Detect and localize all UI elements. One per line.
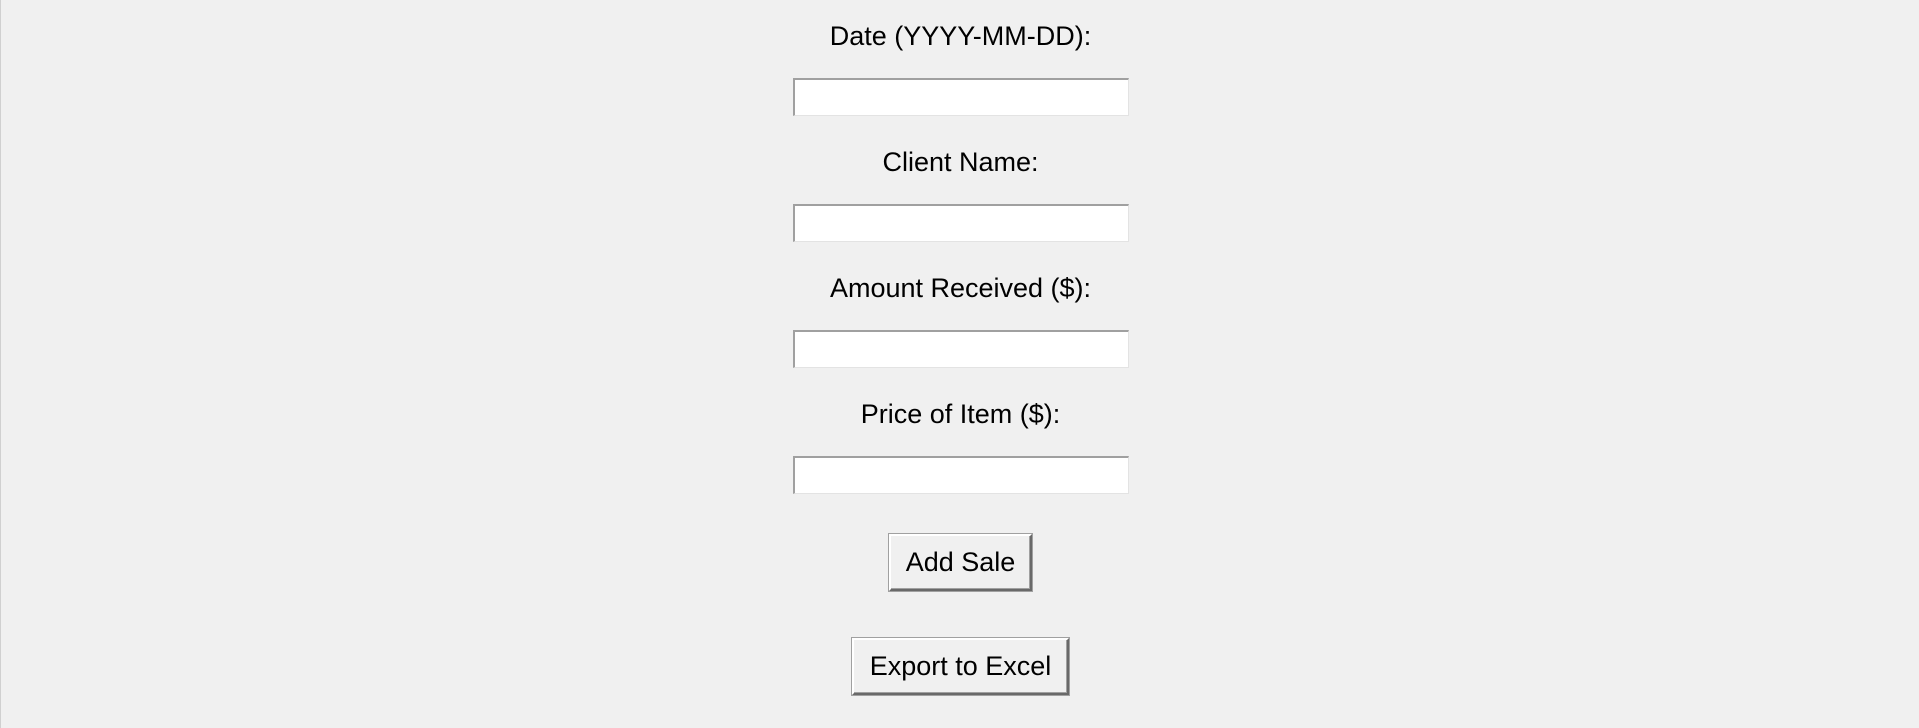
amount-received-input[interactable]: [793, 330, 1129, 368]
client-name-label: Client Name:: [882, 147, 1039, 177]
export-to-excel-button[interactable]: Export to Excel: [852, 638, 1069, 695]
client-name-input[interactable]: [793, 204, 1129, 242]
price-of-item-input[interactable]: [793, 456, 1129, 494]
add-sale-button[interactable]: Add Sale: [889, 534, 1032, 591]
date-label: Date (YYYY-MM-DD):: [829, 21, 1092, 51]
amount-received-label: Amount Received ($):: [829, 273, 1092, 303]
app-window: Date (YYYY-MM-DD): Client Name: Amount R…: [0, 0, 1919, 728]
date-input[interactable]: [793, 78, 1129, 116]
price-of-item-label: Price of Item ($):: [860, 399, 1061, 429]
